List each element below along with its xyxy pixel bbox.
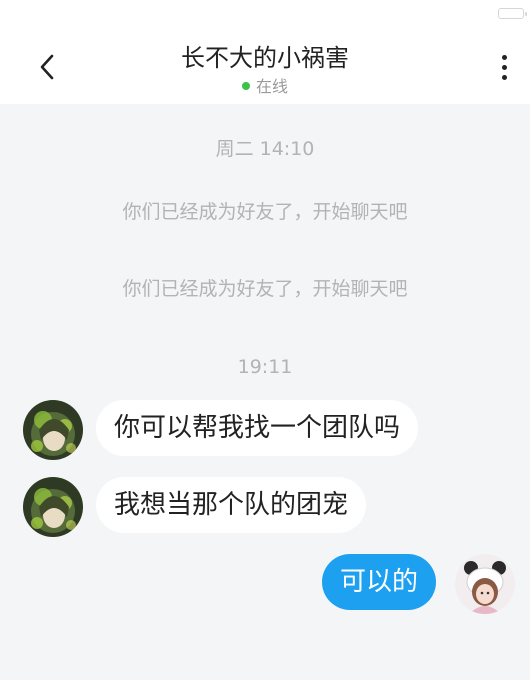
contact-avatar-image: [23, 400, 83, 460]
timestamp: 19:11: [237, 356, 293, 378]
battery-icon: [498, 8, 527, 19]
incoming-message-bubble[interactable]: 你可以帮我找一个团队吗: [96, 400, 419, 456]
timestamp: 周二 14:10: [215, 138, 315, 160]
chat-title: 长不大的小祸害: [181, 44, 349, 72]
incoming-message-bubble[interactable]: 我想当那个队的团宠: [96, 477, 367, 533]
user-avatar[interactable]: [455, 554, 515, 614]
online-status: 在线: [0, 73, 530, 97]
outgoing-message-bubble[interactable]: 可以的: [322, 554, 437, 610]
contact-avatar[interactable]: [23, 400, 83, 460]
online-dot-icon: [241, 81, 250, 90]
system-message: 你们已经成为好友了，开始聊天吧: [122, 278, 408, 300]
chat-header: 长不大的小祸害 在线: [0, 0, 530, 104]
online-status-label: 在线: [255, 77, 288, 96]
contact-avatar[interactable]: [23, 477, 83, 537]
contact-avatar-image: [23, 477, 83, 537]
user-avatar-image: [455, 554, 515, 614]
more-options-button[interactable]: [498, 52, 512, 84]
more-vertical-icon: [502, 55, 507, 60]
system-message: 你们已经成为好友了，开始聊天吧: [122, 201, 408, 223]
